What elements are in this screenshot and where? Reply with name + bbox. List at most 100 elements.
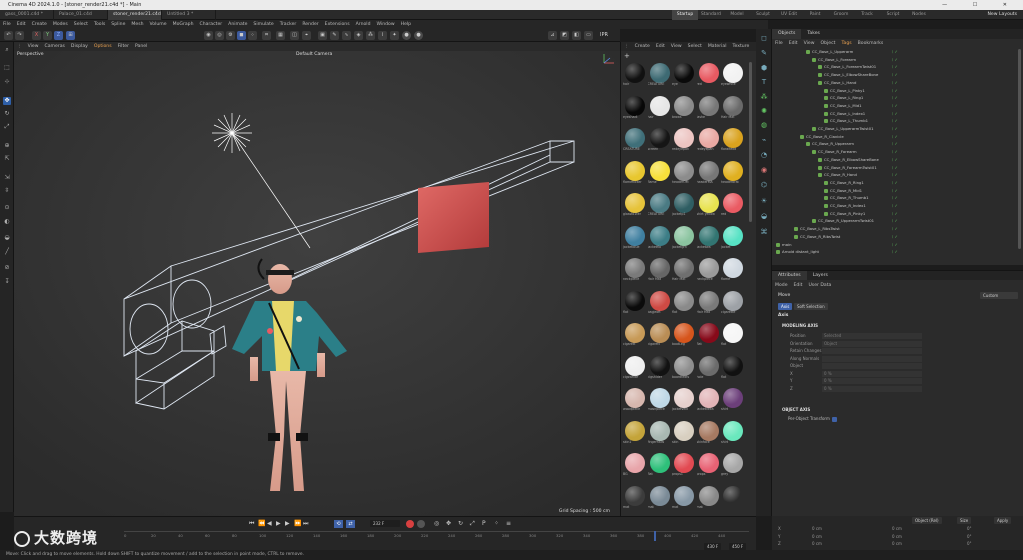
visibility-dots-icon[interactable]: ⁝ ✓ [892,141,898,147]
preview-range-icon[interactable]: ⇄ [346,520,355,528]
layout-sculpt[interactable]: Sculpt [750,10,776,20]
menu-extensions[interactable]: Extensions [322,20,353,29]
material-swatch[interactable]: headerMA [697,159,721,186]
visibility-dots-icon[interactable]: ⁝ ✓ [892,72,898,78]
deformer-object-icon[interactable]: ⌁ [759,135,769,145]
material-swatch[interactable]: neckpiece [697,256,721,283]
attribute-value-field[interactable] [822,363,922,369]
autokey-icon[interactable] [417,520,425,528]
light-object-icon[interactable]: ☀ [759,196,769,206]
custom-dropdown[interactable]: Custom [980,292,1018,299]
material-swatch[interactable]: skinface [697,419,721,446]
menu-simulate[interactable]: Simulate [250,20,276,29]
keyframe-selection-icon[interactable]: ◎ [434,520,442,528]
object-tree-row[interactable]: CC_Base_R_ElbowShareBone ⁝ ✓ [818,157,926,163]
menu-select[interactable]: Select [71,20,91,29]
rotation-key-icon[interactable]: ↻ [458,520,466,528]
z-axis-icon[interactable]: Z [54,31,63,40]
material-menu-edit[interactable]: Edit [653,42,668,51]
effector-icon[interactable]: ✺ [759,106,769,116]
visibility-dots-icon[interactable]: ⁝ ✓ [892,134,898,140]
subtab-axis[interactable]: Axis [778,303,793,310]
document-tab[interactable]: Palace_01.c4d [54,10,108,20]
axis-icon[interactable]: ⇱ [3,155,11,163]
visibility-dots-icon[interactable]: ⁝ ✓ [892,64,898,70]
apply-button[interactable]: Apply [994,517,1012,524]
material-swatch[interactable]: mat [697,484,721,511]
coordinate-system-icon[interactable]: ⊞ [66,31,75,40]
camera-icon[interactable]: ● [414,31,423,40]
visibility-dots-icon[interactable]: ⁝ ✓ [892,111,898,117]
camera-object-icon[interactable]: ◉ [759,165,769,175]
material-swatch[interactable]: neckpiece [623,256,647,283]
object-tree-row[interactable]: CC_Base_R_Clavicle ⁝ ✓ [800,134,926,140]
coordinate-pos[interactable]: 0 cm [812,541,822,547]
material-swatch[interactable]: hair [623,61,647,88]
objects-menu-file[interactable]: File [772,39,786,48]
rotate-tool-icon[interactable]: ↻ [3,110,11,118]
visibility-dots-icon[interactable]: ⁝ ✓ [892,172,898,178]
visibility-dots-icon[interactable]: ⁝ ✓ [892,49,898,55]
attributes-menu-user-data[interactable]: User Data [805,281,834,290]
viewport-menu-cameras[interactable]: Cameras [42,42,68,51]
material-swatch[interactable]: CREATURE [623,126,647,153]
material-swatch[interactable]: brows [672,94,696,121]
material-swatch[interactable]: skin [672,419,696,446]
visibility-dots-icon[interactable]: ⁝ ✓ [892,103,898,109]
material-swatch[interactable]: lashe [697,94,721,121]
timeline-settings-icon[interactable]: ≡ [506,520,514,528]
tab-attributes[interactable]: Attributes [772,271,807,280]
modeling-axis-header[interactable]: MODELING AXIS [782,323,818,328]
deformer-icon[interactable]: ⌇ [378,31,387,40]
material-swatch[interactable]: shirt [721,419,745,446]
material-swatch[interactable]: cigswhite [623,354,647,381]
objects-menu-tags[interactable]: Tags [838,39,854,48]
material-swatch[interactable]: Hair Mat [672,256,696,283]
magnet-icon[interactable]: ⊙ [3,204,11,212]
object-tree-row[interactable]: CC_Base_R_Ring1 ⁝ ✓ [824,180,926,186]
parameter-key-icon[interactable]: P [482,520,490,528]
material-swatch[interactable]: flat [648,451,672,478]
uv-mode-icon[interactable]: ◫ [290,31,299,40]
material-swatch[interactable]: screen [648,126,672,153]
material-swatch[interactable]: hole [697,354,721,381]
material-swatch[interactable]: flame [721,256,745,283]
attribute-value-field[interactable] [822,355,922,362]
model-mode-icon[interactable]: ◼ [237,31,246,40]
polygons-mode-icon[interactable]: ▦ [276,31,285,40]
layout-standard[interactable]: Standard [698,10,724,20]
measure-icon[interactable]: ↧ [3,278,11,286]
new-layouts-button[interactable]: New Layouts [988,10,1018,20]
material-swatch[interactable]: jacketp1 [672,191,696,218]
material-swatch[interactable]: cigshlder [648,354,672,381]
material-swatch[interactable]: woodplece [623,386,647,413]
material-swatch[interactable]: eyewhite [721,61,745,88]
viewport-menu-filter[interactable]: Filter [115,42,132,51]
perspective-viewport[interactable]: Perspective Default Camera Grid Spacing … [14,51,620,516]
layout-startup[interactable]: Startup [672,10,698,20]
material-swatch[interactable]: flameflicker [623,159,647,186]
end-frame-field[interactable]: 430 F [704,543,722,550]
object-tree-row[interactable]: CC_Base_L_Pinky1 ⁝ ✓ [824,88,926,94]
x-axis-icon[interactable]: X [32,31,41,40]
material-swatch[interactable]: shirt [721,386,745,413]
layout-model[interactable]: Model [724,10,750,20]
menu-mesh[interactable]: Mesh [128,20,146,29]
previous-key-icon[interactable]: ⏪ [258,520,267,529]
attribute-value-field[interactable]: 0 % [822,370,922,377]
document-tab-active[interactable]: stoner_render21.c4d * [108,10,162,20]
menu-window[interactable]: Window [374,20,398,29]
material-swatch[interactable]: jacketgrn [672,224,696,251]
material-swatch[interactable]: redeyepan [672,126,696,153]
record-icon[interactable] [406,520,414,528]
object-tree-row[interactable]: CC_Base_R_Hand ⁝ ✓ [818,172,926,178]
material-menu-create[interactable]: Create [632,42,653,51]
material-swatch[interactable]: skin1 [623,419,647,446]
object-tree-row[interactable]: CC_Base_R_Pinky1 ⁝ ✓ [824,211,926,217]
coordinate-pos[interactable]: 0 cm [812,526,822,532]
material-swatch[interactable]: jacketwa [697,224,721,251]
visibility-dots-icon[interactable]: ⁝ ✓ [892,211,898,217]
material-swatch[interactable]: cigarett [623,321,647,348]
material-swatch[interactable]: BG [623,451,647,478]
visibility-dots-icon[interactable]: ⁝ ✓ [892,88,898,94]
